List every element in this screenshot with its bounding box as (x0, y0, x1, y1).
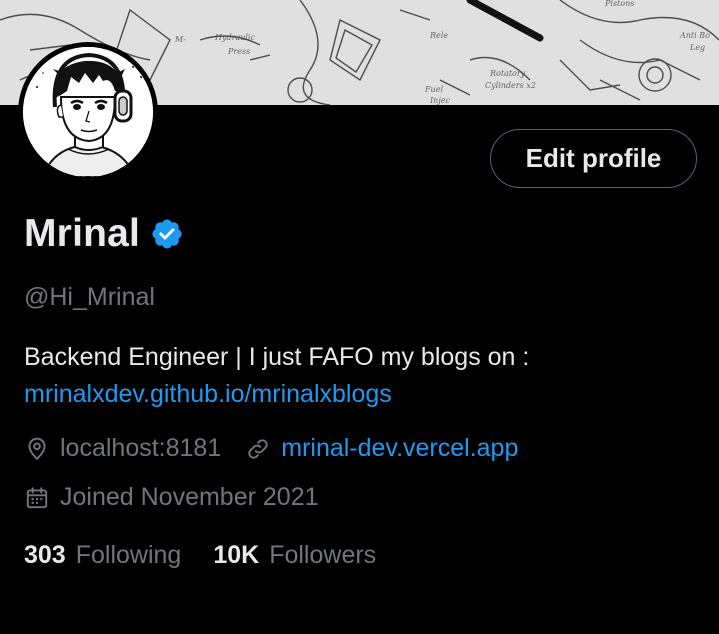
followers-label: Followers (269, 541, 377, 569)
profile-location: localhost:8181 (60, 434, 222, 462)
profile-name-row: Mrinal (24, 212, 184, 256)
profile-stats: 303 Following 10K Followers (24, 541, 376, 570)
svg-text:Hydraulic: Hydraulic (214, 33, 255, 42)
avatar-image (23, 47, 153, 177)
svg-text:Press: Press (227, 47, 250, 56)
profile-avatar[interactable] (18, 42, 158, 182)
following-stat[interactable]: 303 Following (24, 541, 181, 570)
profile-joined-date: Joined November 2021 (60, 483, 319, 511)
location-pin-icon (28, 437, 46, 460)
bio-text: Backend Engineer | I just FAFO my blogs … (24, 343, 530, 371)
verified-badge-icon[interactable] (150, 217, 184, 251)
svg-text:Cylinders x2: Cylinders x2 (485, 81, 536, 90)
svg-text:Anti Bo: Anti Bo (679, 31, 710, 40)
bio-link[interactable]: mrinalxdev.github.io/mrinalxblogs (24, 380, 392, 408)
edit-profile-button[interactable]: Edit profile (490, 129, 697, 188)
svg-text:Rotatory: Rotatory (489, 69, 526, 78)
profile-name: Mrinal (24, 212, 141, 255)
followers-stat[interactable]: 10K Followers (213, 541, 376, 570)
svg-text:M-: M- (174, 35, 186, 44)
link-icon (248, 438, 268, 459)
svg-text:Injec: Injec (429, 96, 451, 105)
following-label: Following (75, 541, 182, 569)
svg-text:Leg: Leg (689, 43, 705, 52)
profile-website-link[interactable]: mrinal-dev.vercel.app (281, 434, 518, 463)
profile-handle: @Hi_Mrinal (24, 283, 155, 311)
svg-text:Fuel: Fuel (424, 85, 443, 94)
svg-text:Rele: Rele (429, 31, 448, 40)
profile-joined-row: Joined November 2021 (24, 483, 319, 512)
svg-text:Pistons: Pistons (604, 0, 634, 8)
following-count: 303 (24, 541, 66, 569)
profile-bio: Backend Engineer | I just FAFO my blogs … (24, 339, 529, 413)
followers-count: 10K (213, 541, 260, 569)
profile-meta-row: localhost:8181 mrinal-dev.vercel.app (24, 434, 518, 463)
calendar-icon (26, 486, 48, 508)
